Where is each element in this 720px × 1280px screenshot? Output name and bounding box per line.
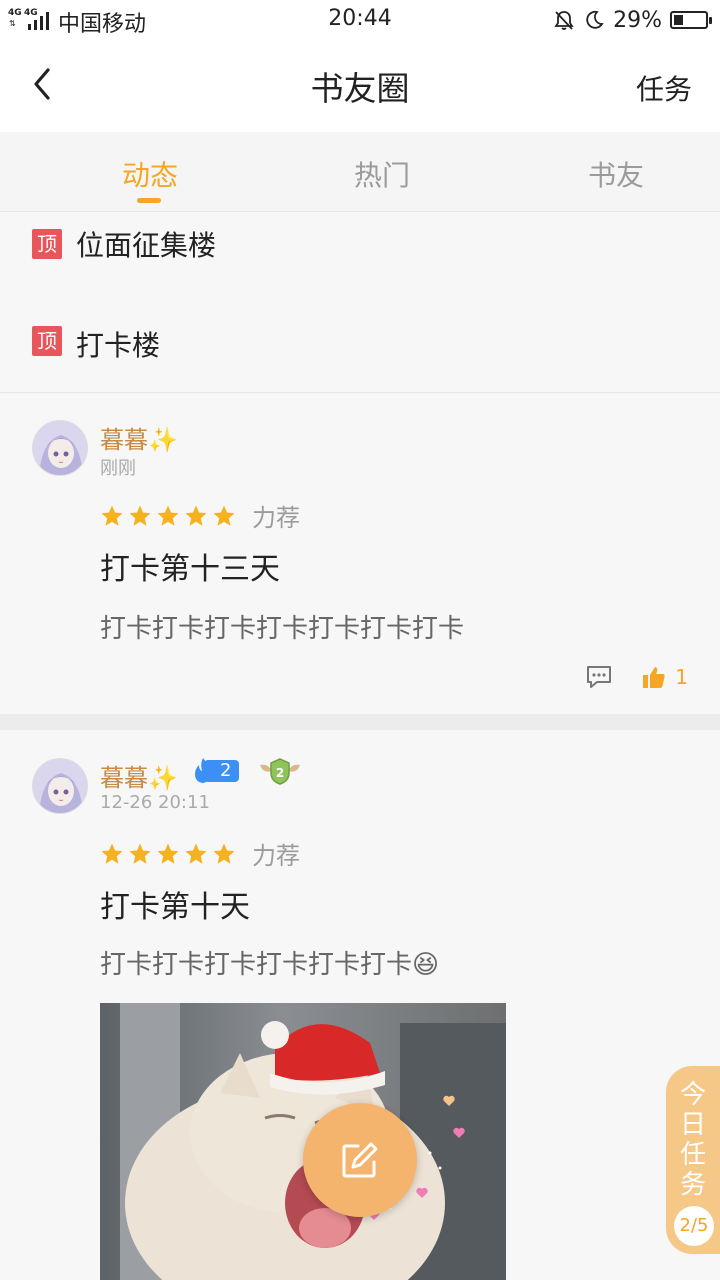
- bell-mute-icon: [554, 11, 574, 30]
- rating-label: 力荐: [252, 504, 300, 532]
- star-icon: [213, 843, 235, 864]
- page-title: 书友圈: [310, 69, 410, 108]
- tab-friends[interactable]: 书友: [496, 154, 720, 194]
- battery-icon: [670, 11, 712, 29]
- battery-fill: [674, 15, 683, 25]
- svg-text:2: 2: [276, 766, 284, 780]
- post-time: 刚刚: [100, 458, 136, 479]
- star-icon: [185, 843, 207, 864]
- battery-percent: 29%: [613, 7, 662, 33]
- fire-level-badge: 2: [190, 758, 240, 784]
- post-image[interactable]: [100, 1003, 506, 1280]
- thumbs-up-icon: [643, 667, 665, 688]
- fire-level-number: 2: [204, 760, 240, 782]
- tab-bar: 动态 热门 书友: [0, 132, 720, 212]
- tab-active-indicator: [137, 198, 161, 203]
- username[interactable]: 暮暮✨: [100, 420, 178, 455]
- star-icon: [129, 505, 151, 526]
- today-task-count: 2/5: [674, 1206, 714, 1246]
- post-body: 打卡打卡打卡打卡打卡打卡😆: [100, 950, 440, 980]
- edit-icon: [342, 1142, 378, 1178]
- nav-header: 书友圈 任务: [0, 40, 720, 132]
- pinned-title: 打卡楼: [76, 329, 161, 362]
- tab-hot[interactable]: 热门: [262, 154, 502, 194]
- level-medal-icon: 2: [260, 758, 300, 785]
- post-card[interactable]: 暮暮✨ 刚刚 力荐 打卡第十三天 打卡打卡打卡打卡打卡打卡打卡 1: [0, 394, 720, 714]
- section-divider: [0, 714, 720, 730]
- moon-icon: [586, 10, 604, 29]
- rating-stars: 力荐: [100, 836, 300, 871]
- post-time: 12-26 20:11: [100, 792, 210, 813]
- star-icon: [129, 843, 151, 864]
- star-icon: [157, 505, 179, 526]
- task-button[interactable]: 任务: [636, 68, 692, 108]
- star-icon: [157, 843, 179, 864]
- rating-label: 力荐: [252, 842, 300, 870]
- pinned-item[interactable]: 顶 打卡楼: [0, 293, 720, 393]
- star-icon: [213, 505, 235, 526]
- post-actions: 1: [585, 664, 688, 690]
- avatar[interactable]: [32, 758, 88, 814]
- star-icon: [101, 843, 123, 864]
- today-task-label: 今日任务: [679, 1080, 706, 1200]
- pinned-title: 位面征集楼: [76, 229, 217, 262]
- like-button[interactable]: 1: [641, 664, 688, 690]
- comment-icon[interactable]: [585, 664, 613, 690]
- avatar[interactable]: [32, 420, 88, 476]
- pinned-badge: 顶: [32, 229, 62, 259]
- tab-feed[interactable]: 动态: [30, 154, 270, 194]
- compose-button[interactable]: [303, 1103, 417, 1217]
- post-title: 打卡第十天: [100, 890, 250, 925]
- post-title: 打卡第十三天: [100, 552, 280, 587]
- star-icon: [101, 505, 123, 526]
- like-count: 1: [675, 665, 688, 689]
- rating-stars: 力荐: [100, 498, 300, 533]
- username[interactable]: 暮暮✨: [100, 758, 178, 793]
- pinned-badge: 顶: [32, 326, 62, 356]
- status-bar: 4G 4G ⇅ 中国移动 20:44 29%: [0, 0, 720, 40]
- post-body: 打卡打卡打卡打卡打卡打卡打卡: [100, 614, 465, 644]
- today-task-tab[interactable]: 今日任务 2/5: [666, 1066, 720, 1254]
- star-icon: [185, 505, 207, 526]
